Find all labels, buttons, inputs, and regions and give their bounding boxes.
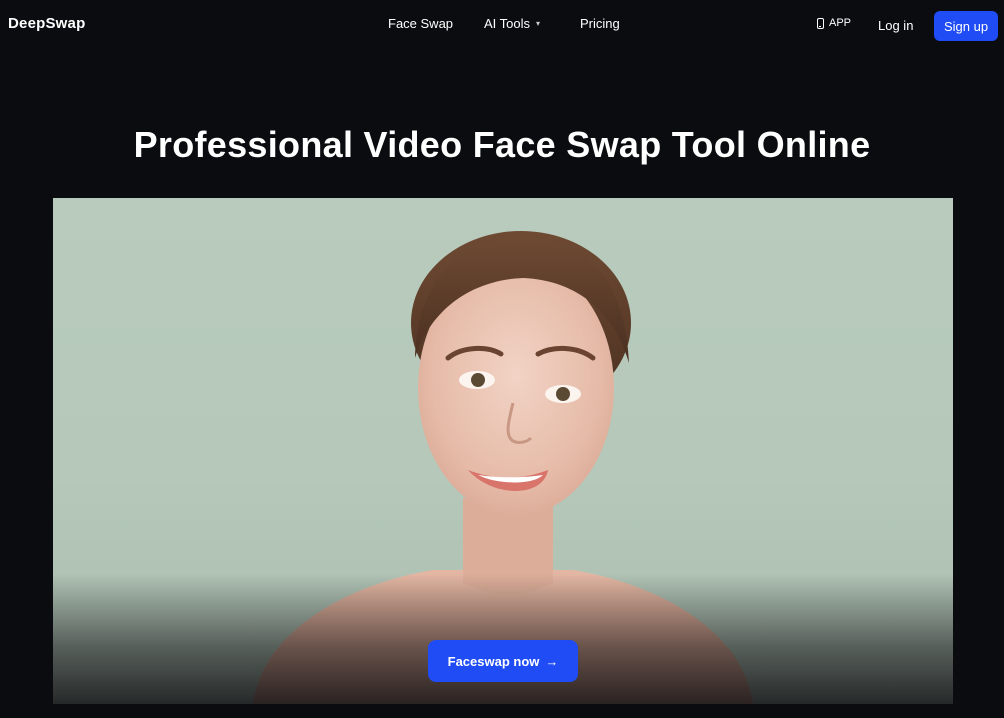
top-navbar: DeepSwap Face Swap AI Tools ▾ Pricing APP… <box>0 0 1004 50</box>
nav-face-swap[interactable]: Face Swap <box>388 16 453 31</box>
arrow-right-icon: → <box>545 653 559 669</box>
faceswap-now-button[interactable]: Faceswap now → <box>428 640 578 682</box>
cta-label: Faceswap now <box>447 653 540 669</box>
chevron-down-icon: ▾ <box>536 19 541 28</box>
phone-icon <box>817 17 824 29</box>
video-overlay-fade <box>53 574 953 704</box>
page: DeepSwap Face Swap AI Tools ▾ Pricing APP… <box>0 0 1004 718</box>
app-label: APP <box>829 17 852 29</box>
hero-video-preview[interactable]: Faceswap now → <box>53 198 953 704</box>
nav-ai-tools-label: AI Tools <box>484 16 531 31</box>
nav-pricing[interactable]: Pricing <box>580 16 620 31</box>
signup-button[interactable]: Sign up <box>934 11 998 41</box>
brand-logo[interactable]: DeepSwap <box>8 15 85 32</box>
app-download-link[interactable]: APP <box>817 17 851 29</box>
login-link[interactable]: Log in <box>878 18 913 33</box>
hero-title: Professional Video Face Swap Tool Online <box>133 124 871 165</box>
nav-ai-tools[interactable]: AI Tools ▾ <box>484 16 540 31</box>
